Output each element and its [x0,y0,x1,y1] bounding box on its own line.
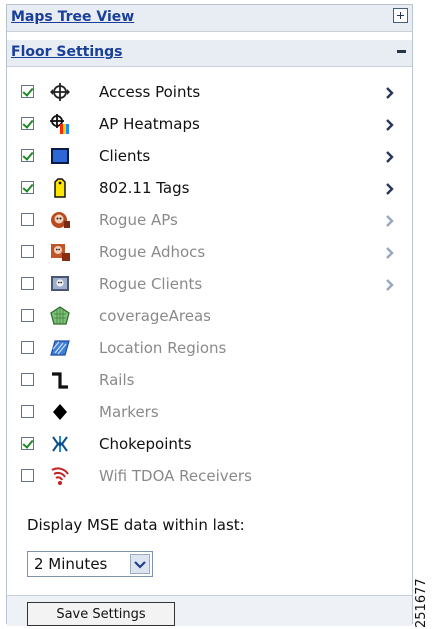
layer-row-wifi-tdoa-receivers[interactable]: Wifi TDOA Receivers [17,461,409,491]
save-settings-button[interactable]: Save Settings [27,602,175,626]
layer-row-location-regions[interactable]: Location Regions [17,333,409,363]
layer-checkbox[interactable] [21,309,34,322]
mse-timeframe-label: Display MSE data within last: [27,516,245,534]
layer-checkbox[interactable] [21,277,34,290]
wifi-tdoa-receiver-icon [49,465,71,487]
layer-checkbox[interactable] [21,213,34,226]
layer-checkbox[interactable] [21,85,34,98]
figure-id: 251677 [414,578,429,628]
location-region-icon [49,337,71,359]
layer-row-ap-heatmaps[interactable]: AP Heatmaps [17,109,409,139]
layer-checkbox[interactable] [21,437,34,450]
chevron-right-icon[interactable] [385,149,395,163]
chevron-right-icon[interactable] [385,277,395,291]
layer-row-clients[interactable]: Clients [17,141,409,171]
layer-row-rogue-aps[interactable]: Rogue APs [17,205,409,235]
layer-row-rails[interactable]: Rails [17,365,409,395]
layer-label: 802.11 Tags [99,179,190,197]
maps-tree-view-header: Maps Tree View [7,5,412,32]
layer-checkbox[interactable] [21,341,34,354]
chevron-right-icon[interactable] [385,245,395,259]
ap-heatmap-icon [49,113,71,135]
layer-label: Chokepoints [99,435,192,453]
layer-label: AP Heatmaps [99,115,200,133]
layer-row-802-11-tags[interactable]: 802.11 Tags [17,173,409,203]
layer-label: Wifi TDOA Receivers [99,467,252,485]
layer-label: Markers [99,403,159,421]
layer-label: Rogue APs [99,211,178,229]
rail-icon [49,369,71,391]
layer-label: Access Points [99,83,201,101]
layer-checkbox[interactable] [21,373,34,386]
chokepoint-icon [49,433,71,455]
marker-icon [49,401,71,423]
rogue-adhoc-icon [49,241,71,263]
layer-label: Rogue Clients [99,275,203,293]
layer-row-markers[interactable]: Markers [17,397,409,427]
access-point-icon [49,81,71,103]
layer-label: Clients [99,147,151,165]
mse-timeframe-value: 2 Minutes [34,555,108,573]
layer-checkbox[interactable] [21,117,34,130]
layer-label: Rogue Adhocs [99,243,206,261]
collapse-icon[interactable] [397,50,406,53]
layer-row-rogue-clients[interactable]: Rogue Clients [17,269,409,299]
layer-row-coverageareas[interactable]: coverageAreas [17,301,409,331]
expand-icon[interactable] [393,8,408,23]
maps-tree-view-link[interactable]: Maps Tree View [11,9,134,25]
rogue-client-icon [49,273,71,295]
chevron-right-icon[interactable] [385,181,395,195]
layer-checkbox[interactable] [21,469,34,482]
rogue-ap-icon [49,209,71,231]
floor-settings-link[interactable]: Floor Settings [11,44,122,60]
layer-label: Location Regions [99,339,227,357]
chevron-right-icon[interactable] [385,117,395,131]
chevron-right-icon[interactable] [385,213,395,227]
layer-checkbox[interactable] [21,149,34,162]
layer-row-rogue-adhocs[interactable]: Rogue Adhocs [17,237,409,267]
layer-label: coverageAreas [99,307,211,325]
layer-checkbox[interactable] [21,181,34,194]
tag-icon [49,177,71,199]
layer-row-chokepoints[interactable]: Chokepoints [17,429,409,459]
client-icon [49,145,71,167]
layer-row-access-points[interactable]: Access Points [17,77,409,107]
floor-settings-header: Floor Settings [7,40,412,67]
dropdown-arrow-icon[interactable] [130,554,150,574]
layer-checkbox[interactable] [21,405,34,418]
layer-label: Rails [99,371,135,389]
layer-checkbox[interactable] [21,245,34,258]
floor-settings-panel: Maps Tree View Floor Settings Access Poi… [6,4,413,626]
mse-timeframe-select[interactable]: 2 Minutes [27,551,153,577]
coverage-area-icon [49,305,71,327]
chevron-right-icon[interactable] [385,85,395,99]
